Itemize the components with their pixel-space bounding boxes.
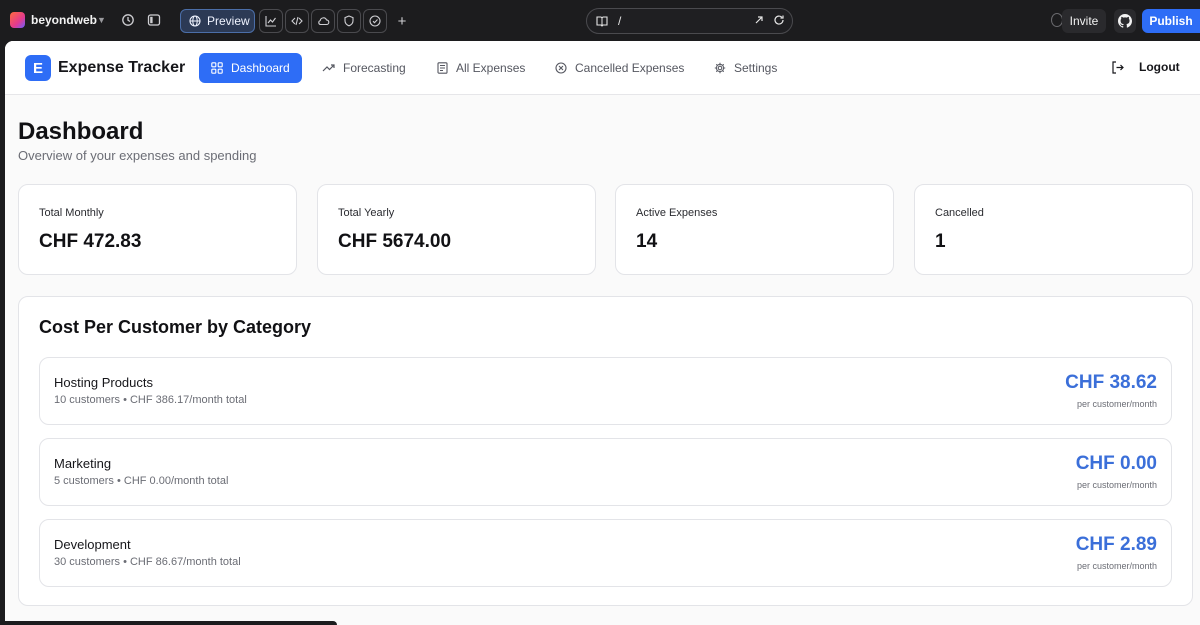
logout-label: Logout: [1139, 60, 1180, 74]
category-name: Development: [54, 537, 131, 552]
sidebar-toggle-icon[interactable]: [142, 8, 166, 32]
url-bar[interactable]: /: [586, 8, 793, 34]
nav-settings-label: Settings: [734, 61, 778, 75]
stat-card-cancelled: Cancelled 1: [914, 184, 1193, 275]
history-icon[interactable]: [116, 8, 140, 32]
category-meta: 30 customers • CHF 86.67/month total: [54, 556, 241, 568]
category-row: Marketing 5 customers • CHF 0.00/month t…: [39, 438, 1172, 506]
stat-value: CHF 472.83: [39, 231, 142, 252]
brand-badge[interactable]: E: [25, 55, 51, 81]
stat-card-active-expenses: Active Expenses 14: [615, 184, 894, 275]
invite-button[interactable]: Invite: [1062, 9, 1106, 33]
book-icon: [596, 16, 608, 27]
cloud-icon[interactable]: [311, 9, 335, 33]
nav-cancelled-expenses[interactable]: Cancelled Expenses: [555, 53, 684, 83]
nav-dashboard-label: Dashboard: [231, 61, 290, 75]
nav-dashboard[interactable]: Dashboard: [199, 53, 302, 83]
speed-check-icon[interactable]: [363, 9, 387, 33]
app-logo-icon[interactable]: [10, 12, 25, 28]
category-amount: CHF 0.00: [1075, 453, 1157, 474]
code-icon[interactable]: [285, 9, 309, 33]
stat-value: CHF 5674.00: [338, 231, 452, 252]
url-path: /: [618, 14, 622, 28]
logout-icon: [1112, 60, 1124, 74]
page-subtitle: Overview of your expenses and spending: [18, 148, 257, 163]
nav-forecasting-label: Forecasting: [343, 61, 406, 75]
stat-card-total-monthly: Total Monthly CHF 472.83: [18, 184, 297, 275]
nav-all-expenses-label: All Expenses: [456, 61, 526, 75]
nav-cancelled-expenses-label: Cancelled Expenses: [575, 61, 685, 75]
nav-all-expenses[interactable]: All Expenses: [437, 53, 525, 83]
stat-label: Total Yearly: [338, 207, 395, 219]
category-amount: CHF 2.89: [1075, 534, 1157, 555]
brand-name[interactable]: Expense Tracker: [58, 59, 185, 77]
github-button[interactable]: [1114, 9, 1136, 33]
chevron-down-icon[interactable]: ▼: [97, 13, 107, 27]
app-preview: E Expense Tracker Dashboard Forecasting …: [5, 41, 1200, 625]
category-meta: 5 customers • CHF 0.00/month total: [54, 475, 229, 487]
receipt-icon: [437, 62, 448, 74]
app-navbar: E Expense Tracker Dashboard Forecasting …: [5, 41, 1200, 95]
grid-icon: [211, 62, 223, 74]
stat-label: Total Monthly: [39, 207, 104, 219]
github-icon: [1118, 14, 1132, 28]
preview-label: Preview: [207, 14, 250, 28]
category-unit: per customer/month: [1076, 399, 1157, 409]
trend-up-icon: [322, 64, 335, 72]
logout-button[interactable]: Logout: [1111, 60, 1180, 74]
category-row: Hosting Products 10 customers • CHF 386.…: [39, 357, 1172, 425]
x-circle-icon: [555, 62, 567, 74]
analytics-icon[interactable]: [259, 9, 283, 33]
publish-button[interactable]: Publish: [1142, 9, 1200, 33]
editor-toolbar: beyondweb ▼ Preview + / Invite Publish: [0, 0, 1200, 41]
globe-icon: [189, 15, 201, 27]
project-name[interactable]: beyondweb: [31, 11, 97, 29]
preview-button[interactable]: Preview: [180, 9, 255, 33]
gear-icon: [714, 62, 726, 74]
nav-forecasting[interactable]: Forecasting: [322, 53, 406, 83]
category-unit: per customer/month: [1076, 561, 1157, 571]
external-link-icon[interactable]: [753, 14, 765, 26]
reload-icon[interactable]: [773, 14, 785, 26]
stat-label: Cancelled: [935, 207, 984, 219]
add-icon[interactable]: +: [390, 9, 414, 33]
nav-settings[interactable]: Settings: [714, 53, 777, 83]
category-amount: CHF 38.62: [1065, 372, 1157, 393]
stat-card-total-yearly: Total Yearly CHF 5674.00: [317, 184, 596, 275]
stat-value: 14: [636, 231, 658, 252]
category-panel-title: Cost Per Customer by Category: [39, 317, 312, 337]
category-name: Hosting Products: [54, 375, 153, 390]
category-name: Marketing: [54, 456, 112, 471]
category-unit: per customer/month: [1076, 480, 1157, 490]
stat-value: 1: [935, 231, 946, 252]
category-meta: 10 customers • CHF 386.17/month total: [54, 394, 247, 406]
page-title: Dashboard: [18, 118, 144, 145]
category-row: Development 30 customers • CHF 86.67/mon…: [39, 519, 1172, 587]
stat-label: Active Expenses: [636, 207, 718, 219]
category-cost-panel: Cost Per Customer by Category Hosting Pr…: [18, 296, 1193, 606]
bottom-panel-edge: [0, 621, 337, 625]
shield-icon[interactable]: [337, 9, 361, 33]
